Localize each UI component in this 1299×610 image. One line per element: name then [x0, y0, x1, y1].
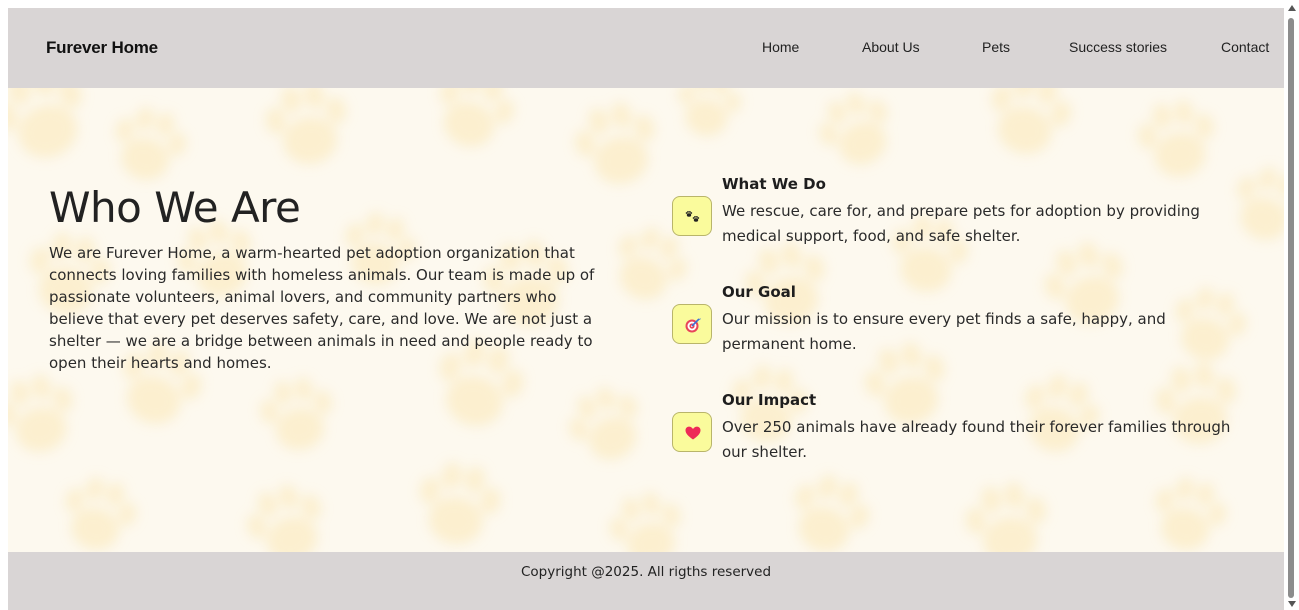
nav-link-pets[interactable]: Pets	[982, 39, 1010, 55]
top-navbar: Furever Home Home About Us Pets Success …	[8, 8, 1284, 88]
feature-title: Our Impact	[722, 391, 817, 409]
feature-what-we-do: What We Do We rescue, care for, and prep…	[672, 174, 1252, 264]
feature-text: We rescue, care for, and prepare pets fo…	[722, 202, 1200, 245]
nav-link-home[interactable]: Home	[762, 39, 799, 55]
about-section: Who We Are We are Furever Home, a warm-h…	[8, 88, 1284, 552]
brand-logo[interactable]: Furever Home	[46, 38, 158, 58]
scroll-down-arrow-icon[interactable]	[1288, 601, 1296, 607]
page: Furever Home Home About Us Pets Success …	[8, 8, 1284, 610]
scrollbar-thumb[interactable]	[1288, 18, 1294, 598]
paw-prints-icon	[672, 196, 712, 236]
about-intro-column: Who We Are We are Furever Home, a warm-h…	[49, 182, 609, 374]
about-intro-text: We are Furever Home, a warm-hearted pet …	[49, 244, 595, 372]
feature-our-goal: Our Goal Our mission is to ensure every …	[672, 282, 1252, 372]
copyright-text: Copyright @2025. All rigths reserved	[520, 564, 772, 580]
feature-title: What We Do	[722, 175, 826, 193]
nav-link-success-stories[interactable]: Success stories	[1069, 39, 1167, 55]
page-scrollbar[interactable]	[1285, 0, 1299, 610]
page-footer: Copyright @2025. All rigths reserved	[8, 552, 1284, 610]
feature-text: Over 250 animals have already found thei…	[722, 418, 1231, 461]
feature-text: Our mission is to ensure every pet finds…	[722, 310, 1166, 353]
target-icon	[672, 304, 712, 344]
nav-link-about-us[interactable]: About Us	[862, 39, 920, 55]
feature-our-impact: Our Impact Over 250 animals have already…	[672, 390, 1252, 480]
feature-title: Our Goal	[722, 283, 796, 301]
page-title: Who We Are	[49, 183, 301, 232]
nav-link-contact[interactable]: Contact	[1221, 39, 1269, 55]
scroll-up-arrow-icon[interactable]	[1288, 5, 1296, 11]
heart-icon	[672, 412, 712, 452]
